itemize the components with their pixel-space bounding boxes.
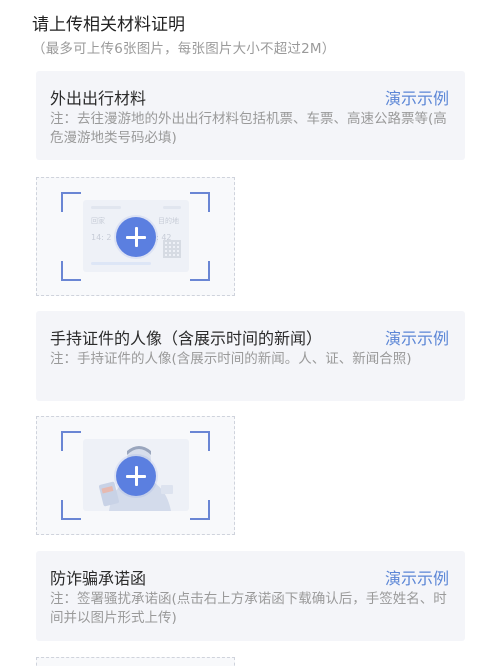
section-title: 外出出行材料 xyxy=(50,89,147,108)
frame-corner-icon xyxy=(190,431,210,451)
section-card-pledge: 防诈骗承诺函 演示示例 注：签署骚扰承诺函(点击右上方承诺函下载确认后，手签姓名… xyxy=(36,551,465,641)
frame-corner-icon xyxy=(61,192,81,212)
frame-corner-icon xyxy=(190,261,210,281)
section-card-travel: 外出出行材料 演示示例 注：去往漫游地的外出出行材料包括机票、车票、高速公路票等… xyxy=(36,71,465,160)
example-link[interactable]: 演示示例 xyxy=(385,325,449,349)
qr-code-icon xyxy=(163,240,181,258)
upload-area-portrait[interactable] xyxy=(36,416,235,535)
frame-corner-icon xyxy=(61,261,81,281)
section-title: 手持证件的人像（含展示时间的新闻） xyxy=(50,329,323,348)
add-photo-plus-icon[interactable] xyxy=(116,456,156,496)
page-subtitle: （最多可上传6张图片，每张图片大小不超过2M） xyxy=(32,41,336,57)
section-card-portrait: 手持证件的人像（含展示时间的新闻） 演示示例 注：手持证件的人像(含展示时间的新… xyxy=(36,311,465,401)
section-note: 注：手持证件的人像(含展示时间的新闻。人、证、新闻合照) xyxy=(50,351,412,367)
frame-corner-icon xyxy=(61,431,81,451)
section-note: 注：签署骚扰承诺函(点击右上方承诺函下载确认后，手签姓名、时间并以图片形式上传) xyxy=(50,591,447,626)
ticket-from-text: 回家 xyxy=(91,217,105,225)
upload-area-travel[interactable]: 回家 目的地 14: 2 7: 42 xyxy=(36,177,235,296)
frame-corner-icon xyxy=(190,192,210,212)
section-title: 防诈骗承诺函 xyxy=(50,569,147,588)
ticket-time-left: 14: 2 xyxy=(91,233,112,242)
frame-corner-icon xyxy=(190,500,210,520)
example-link[interactable]: 演示示例 xyxy=(385,565,449,589)
frame-corner-icon xyxy=(61,500,81,520)
ticket-to-text: 目的地 xyxy=(158,217,179,225)
example-link[interactable]: 演示示例 xyxy=(385,85,449,109)
add-photo-plus-icon[interactable] xyxy=(116,217,156,257)
page-title: 请上传相关材料证明 xyxy=(32,15,185,35)
section-note: 注：去往漫游地的外出出行材料包括机票、车票、高速公路票等(高危漫游地类号码必填) xyxy=(50,111,447,146)
upload-area-pledge[interactable] xyxy=(36,657,235,666)
